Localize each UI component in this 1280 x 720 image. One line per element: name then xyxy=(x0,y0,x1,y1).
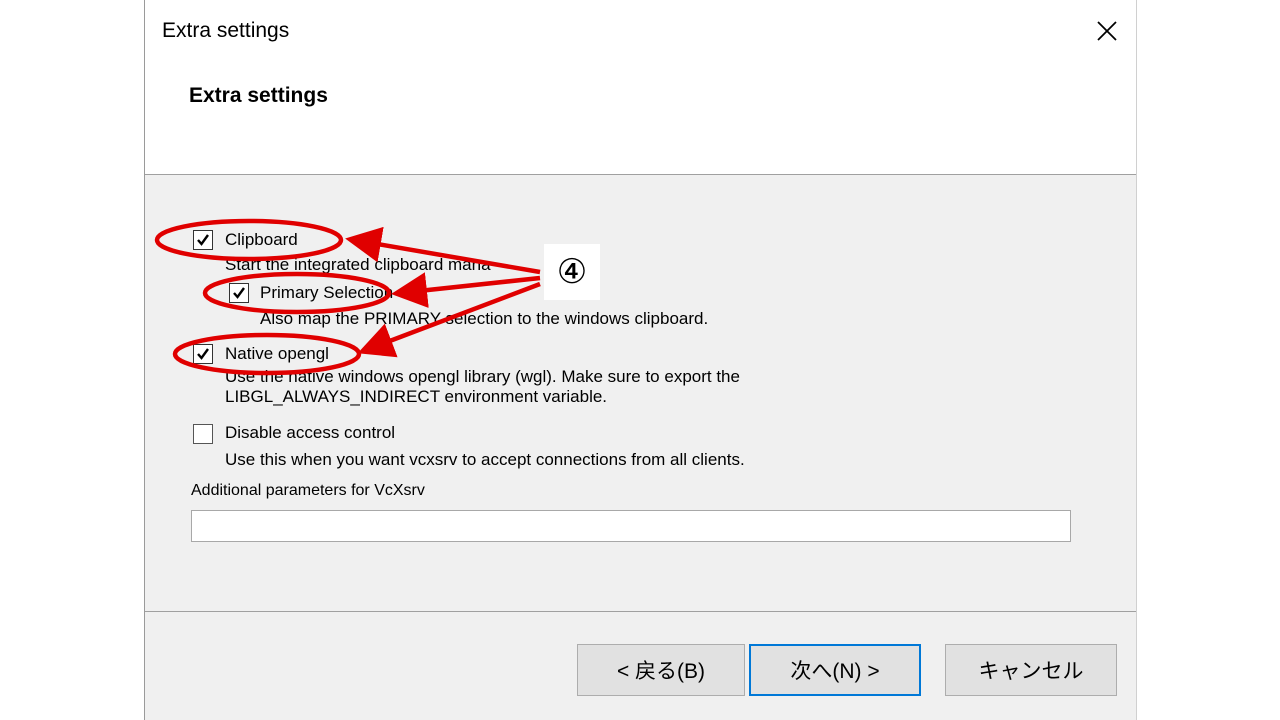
additional-parameters-label: Additional parameters for VcXsrv xyxy=(191,482,425,499)
native-opengl-checkbox[interactable] xyxy=(193,344,213,364)
footer-divider xyxy=(145,611,1136,612)
disable-access-control-description: Use this when you want vcxsrv to accept … xyxy=(225,450,745,469)
back-button[interactable]: < 戻る(B) xyxy=(577,644,745,696)
page-title: Extra settings xyxy=(189,84,328,107)
checkmark-icon xyxy=(197,234,209,246)
close-icon xyxy=(1097,21,1117,41)
native-opengl-label[interactable]: Native opengl xyxy=(225,344,329,364)
cancel-button[interactable]: キャンセル xyxy=(945,644,1117,696)
options-area: Clipboard Start the integrated clipboard… xyxy=(145,176,1136,612)
native-opengl-description-line2: LIBGL_ALWAYS_INDIRECT environment variab… xyxy=(225,387,608,406)
close-button[interactable] xyxy=(1078,0,1136,62)
native-opengl-description-line1: Use the native windows opengl library (w… xyxy=(225,367,740,386)
clipboard-description: Start the integrated clipboard mana xyxy=(225,255,491,274)
clipboard-checkbox[interactable] xyxy=(193,230,213,250)
header-band: Extra settings xyxy=(145,62,1136,175)
primary-selection-description: Also map the PRIMARY selection to the wi… xyxy=(260,309,709,328)
extra-settings-dialog: Extra settings Extra settings Clipboard … xyxy=(144,0,1137,720)
primary-selection-label[interactable]: Primary Selection xyxy=(260,283,393,303)
next-button[interactable]: 次へ(N) > xyxy=(749,644,921,696)
checkmark-icon xyxy=(233,287,245,299)
clipboard-label[interactable]: Clipboard xyxy=(225,230,298,250)
disable-access-control-label[interactable]: Disable access control xyxy=(225,423,395,443)
step-number-badge: ④ xyxy=(544,244,600,300)
window-title: Extra settings xyxy=(162,19,290,42)
primary-selection-checkbox[interactable] xyxy=(229,283,249,303)
checkmark-icon xyxy=(197,348,209,360)
title-bar: Extra settings xyxy=(145,0,1136,62)
additional-parameters-input[interactable] xyxy=(191,510,1071,542)
disable-access-control-checkbox[interactable] xyxy=(193,424,213,444)
